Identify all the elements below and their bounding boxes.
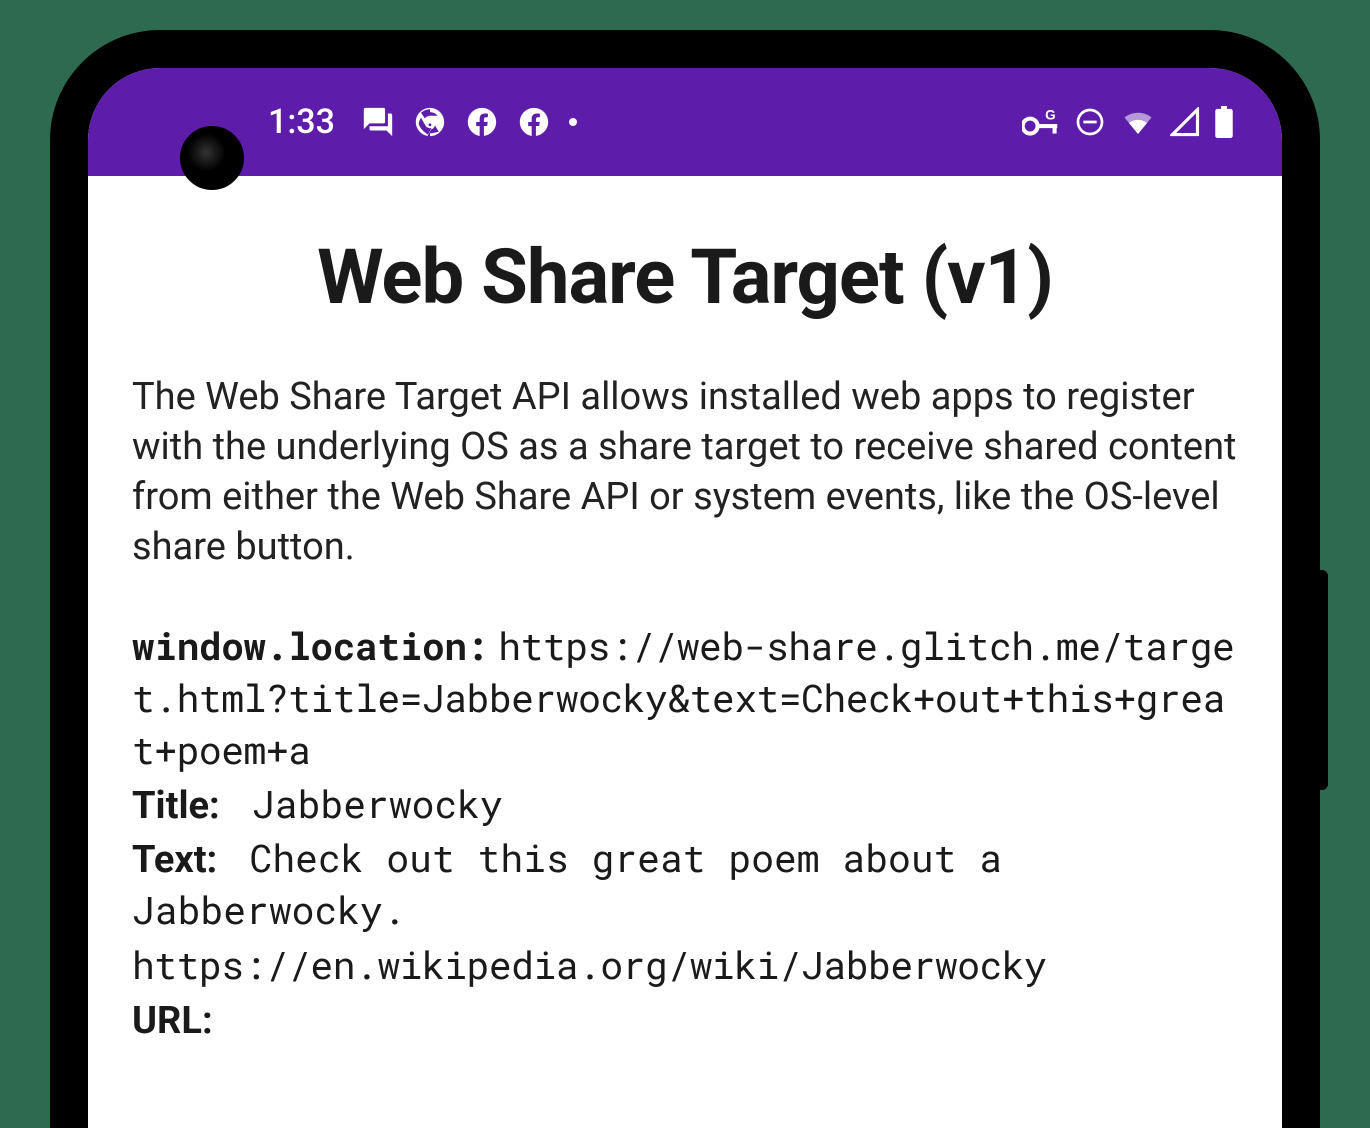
- text-value: Check out this great poem about a Jabber…: [132, 833, 1025, 935]
- vpn-key-icon: G: [1022, 107, 1060, 137]
- phone-inner-bezel: 1:33: [74, 54, 1296, 1128]
- camera-hole: [180, 126, 244, 190]
- text-url-row: https://en.wikipedia.org/wiki/Jabberwock…: [132, 940, 1238, 992]
- svg-text:G: G: [1045, 107, 1056, 122]
- text-url-value: https://en.wikipedia.org/wiki/Jabberwock…: [132, 940, 1046, 990]
- status-time: 1:33: [268, 102, 335, 142]
- text-row: Text: Check out this great poem about a …: [132, 833, 1238, 937]
- chrome-icon: [413, 105, 447, 139]
- cellular-signal-icon: [1170, 107, 1200, 137]
- status-bar: 1:33: [88, 68, 1282, 176]
- location-label: window.location:: [132, 621, 489, 671]
- phone-frame: 1:33: [50, 30, 1320, 1128]
- title-label: Title:: [132, 784, 220, 828]
- facebook-icon: [465, 105, 499, 139]
- page-content[interactable]: Web Share Target (v1) The Web Share Targ…: [88, 176, 1282, 1046]
- phone-side-button: [1316, 570, 1328, 790]
- status-bar-left: 1:33: [268, 102, 577, 142]
- page-description: The Web Share Target API allows installe…: [132, 372, 1238, 573]
- do-not-disturb-icon: [1074, 106, 1106, 138]
- battery-icon: [1214, 106, 1234, 138]
- location-row: window.location: https://web-share.glitc…: [132, 621, 1238, 777]
- title-value: Jabberwocky: [229, 779, 503, 829]
- status-bar-right: G: [1022, 106, 1234, 138]
- text-label: Text:: [132, 838, 217, 882]
- url-label: URL:: [132, 999, 213, 1043]
- title-row: Title: Jabberwocky: [132, 779, 1238, 831]
- url-row: URL:: [132, 994, 1238, 1046]
- phone-screen: 1:33: [88, 68, 1282, 1128]
- page-title: Web Share Target (v1): [132, 232, 1238, 322]
- wifi-icon: [1120, 107, 1156, 137]
- facebook-icon-2: [517, 105, 551, 139]
- messages-icon: [361, 105, 395, 139]
- more-notifications-dot: [569, 118, 577, 126]
- shared-data-section: window.location: https://web-share.glitc…: [132, 621, 1238, 1046]
